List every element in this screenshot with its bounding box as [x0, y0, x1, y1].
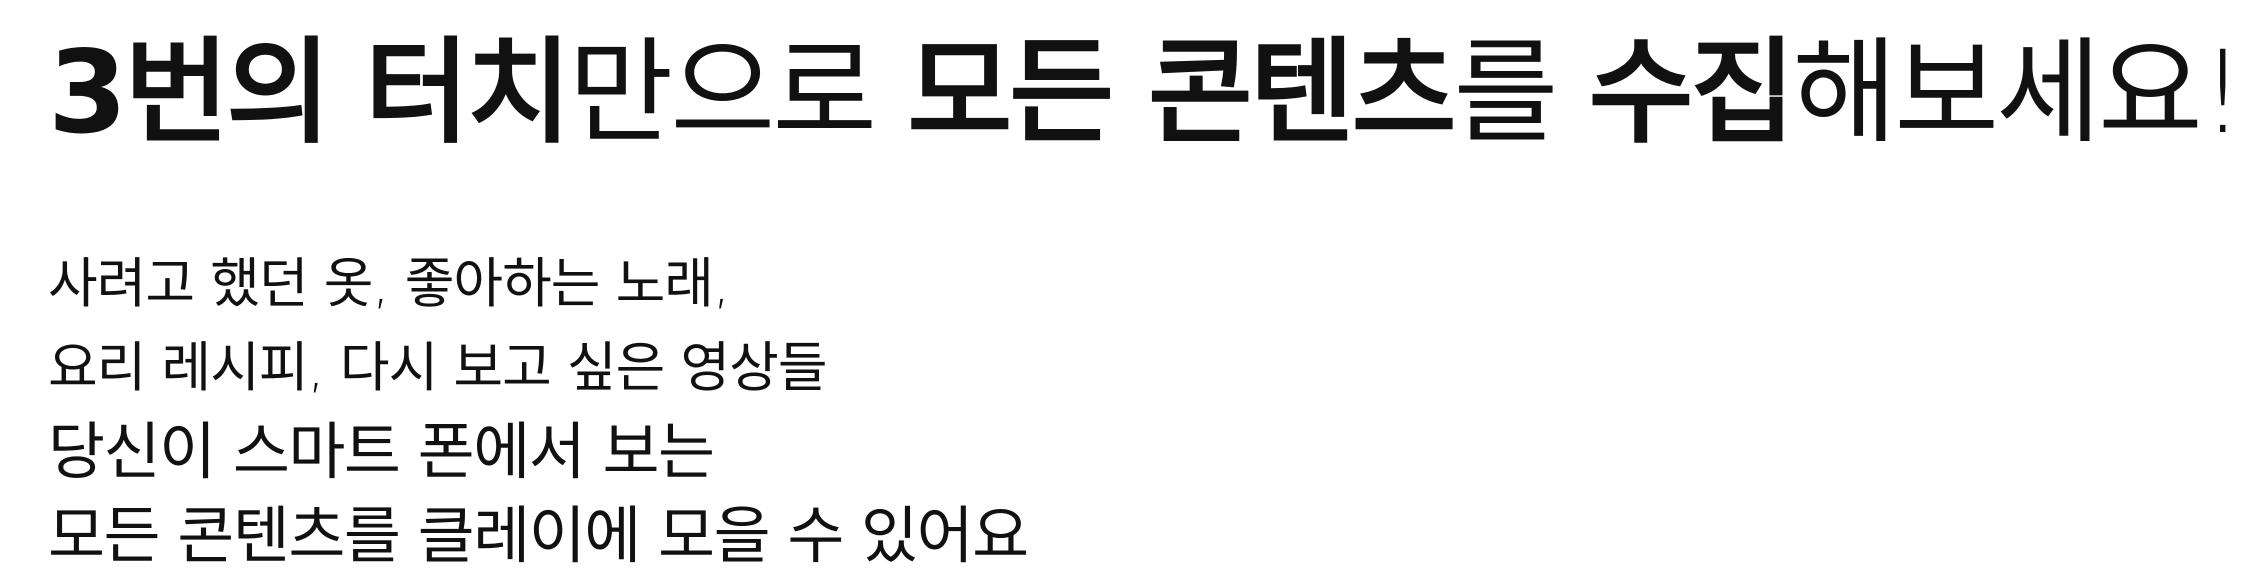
headline: 3번의 터치만으로 모든 콘텐츠를 수집해보세요! — [48, 18, 2246, 168]
headline-part-particle: 를 — [1453, 26, 1589, 159]
body-line-2: 요리 레시피, 다시 보고 싶은 영상들 — [48, 336, 828, 399]
headline-part-try-it: 해보세요! — [1792, 26, 2245, 159]
headline-part-all-content: 모든 콘텐츠 — [907, 26, 1456, 159]
body-line-4: 모든 콘텐츠를 클레이에 모을 수 있어요 — [48, 499, 1029, 572]
body-copy: 사려고 했던 옷, 좋아하는 노래, 요리 레시피, 다시 보고 싶은 영상들 … — [48, 242, 1029, 578]
headline-part-only-with: 만으로 — [568, 26, 908, 159]
body-line-1: 사려고 했던 옷, 좋아하는 노래, — [48, 252, 730, 315]
headline-part-collect: 수집 — [1588, 26, 1796, 159]
body-line-3: 당신이 스마트 폰에서 보는 — [48, 415, 715, 488]
headline-part-three-touches: 3번의 터치 — [48, 26, 572, 159]
